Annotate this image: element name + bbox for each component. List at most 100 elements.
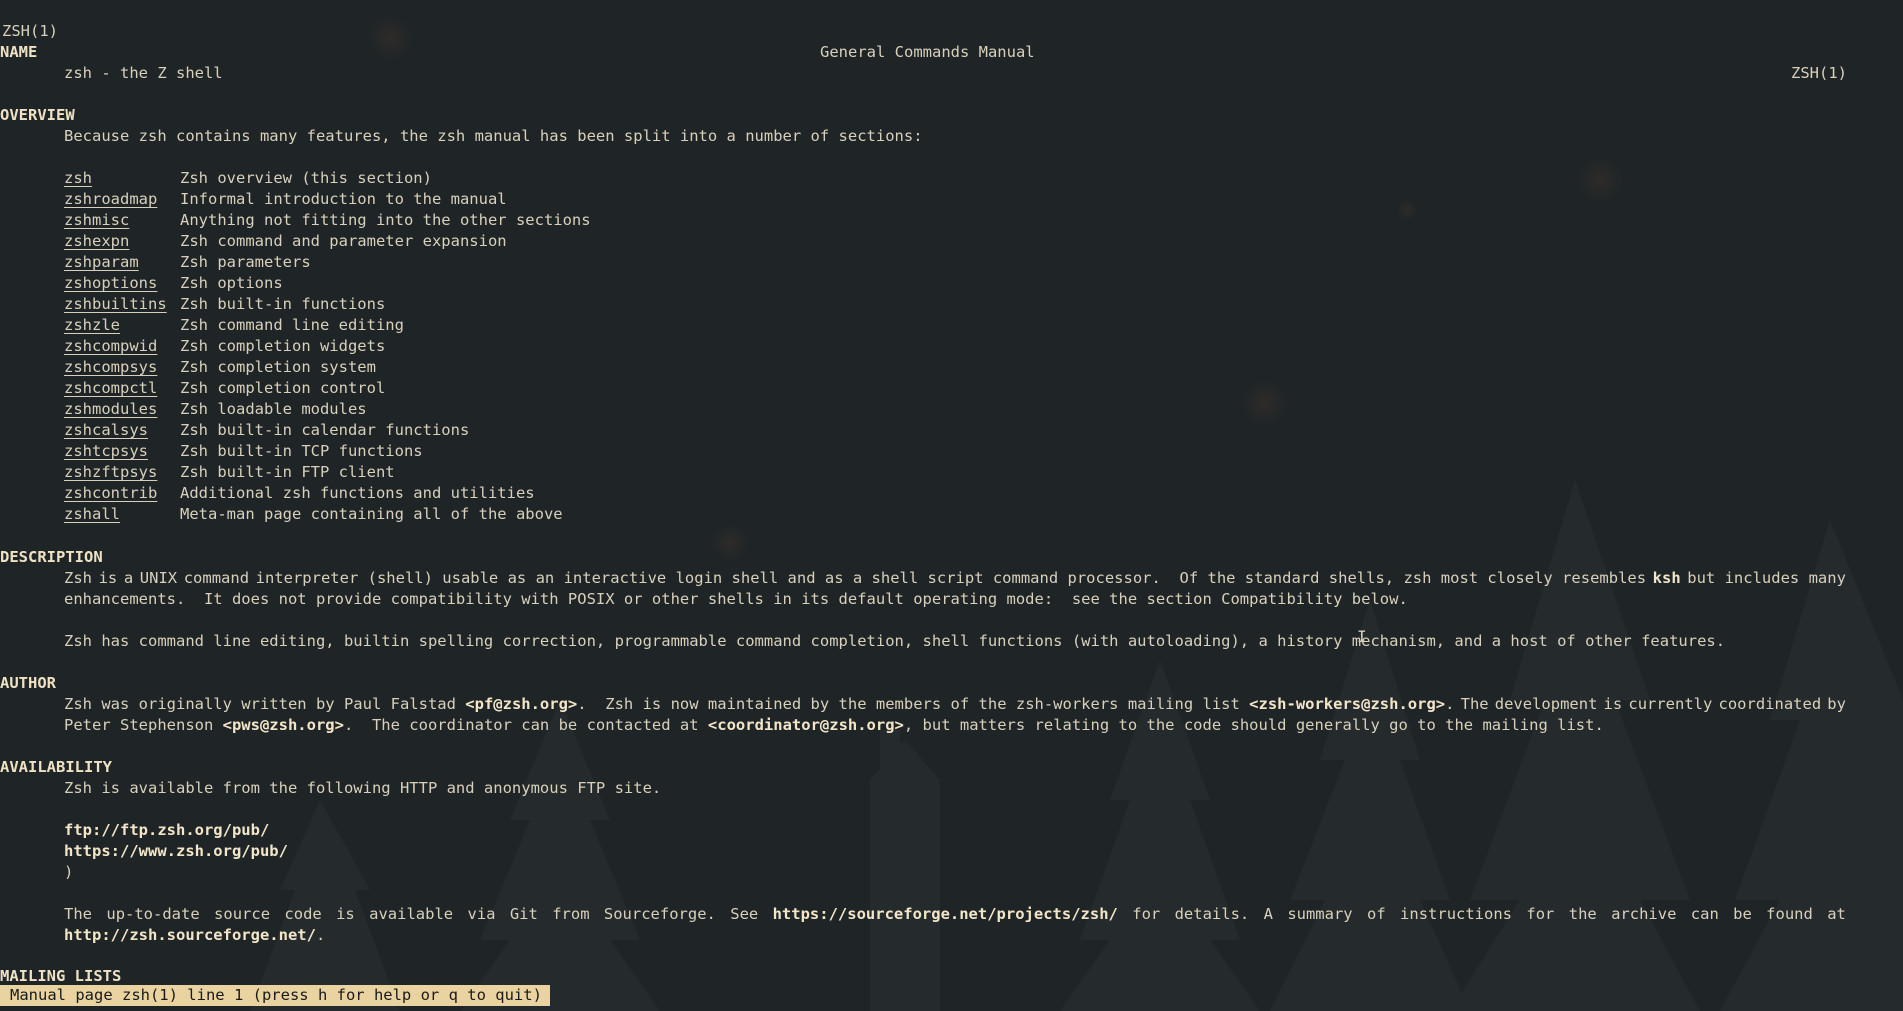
section-heading-availability: AVAILABILITY — [0, 758, 112, 776]
man-section-description: Zsh built-in functions — [180, 295, 386, 313]
ftp-url: ftp://ftp.zsh.org/pub/ — [64, 821, 270, 839]
man-section-description: Zsh options — [180, 274, 283, 292]
overview-intro: Because zsh contains many features, the … — [64, 127, 923, 145]
source-word: available — [369, 905, 454, 923]
man-section-row: zshmodules Zsh loadable modules — [64, 399, 367, 420]
man-section-row: zshcompwid Zsh completion widgets — [64, 336, 385, 357]
source-word: the — [1568, 905, 1597, 923]
man-section-description: Additional zsh functions and utilities — [180, 484, 535, 502]
name-text: zsh - the Z shell — [64, 64, 223, 82]
man-section-link-zshbuiltins[interactable]: zshbuiltins — [64, 295, 167, 313]
man-section-row: zshcontrib Additional zsh functions and u… — [64, 483, 535, 504]
section-heading-description: DESCRIPTION — [0, 548, 103, 566]
source-word: via — [467, 905, 496, 923]
ksh-reference: ksh — [1652, 569, 1681, 587]
man-section-row: zshcompctl Zsh completion control — [64, 378, 385, 399]
section-heading-overview: OVERVIEW — [0, 106, 75, 124]
source-word: found — [1766, 905, 1813, 923]
description-paragraph-1-line-2: enhancements. It does not provide compat… — [64, 590, 1408, 608]
man-section-link-zshoptions[interactable]: zshoptions — [64, 274, 157, 292]
author-line-2: Peter Stephenson <pws@zsh.org>. The coor… — [64, 716, 1604, 734]
man-section-row: zshcalsys Zsh built-in calendar functions — [64, 420, 469, 441]
source-code-line-2: http://zsh.sourceforge.net/. — [64, 926, 326, 944]
man-section-description: Zsh built-in calendar functions — [180, 421, 470, 439]
source-word: summary — [1287, 905, 1353, 923]
description-paragraph-1-line-1: Zsh is a UNIX command interpreter (shell… — [64, 569, 1846, 587]
man-section-link-zshexpn[interactable]: zshexpn — [64, 232, 129, 250]
source-word: instructions — [1400, 905, 1513, 923]
availability-intro: Zsh is available from the following HTTP… — [64, 779, 662, 797]
man-section-row: zshoptions Zsh options — [64, 273, 283, 294]
source-word: source — [214, 905, 271, 923]
man-section-row: zshzle Zsh command line editing — [64, 315, 404, 336]
man-section-description: Zsh overview (this section) — [180, 169, 432, 187]
man-section-link-zshroadmap[interactable]: zshroadmap — [64, 190, 157, 208]
man-section-link-zshall[interactable]: zshall — [64, 505, 120, 523]
section-heading-author: AUTHOR — [0, 674, 56, 692]
source-word: details. — [1174, 905, 1250, 923]
email-zsh-workers: <zsh-workers@zsh.org> — [1249, 695, 1446, 713]
section-heading-mailing-lists: MAILING LISTS — [0, 967, 122, 985]
man-header: ZSH(1) General Commands Manual ZSH(1) — [0, 0, 1903, 82]
man-section-description: Zsh parameters — [180, 253, 311, 271]
source-word: See — [730, 905, 759, 923]
man-section-description: Zsh loadable modules — [180, 400, 367, 418]
man-section-link-zsh[interactable]: zsh — [64, 169, 92, 187]
source-word: A — [1263, 905, 1273, 923]
man-section-description: Zsh built-in FTP client — [180, 463, 395, 481]
man-section-link-zshcalsys[interactable]: zshcalsys — [64, 421, 148, 439]
man-section-description: Zsh completion widgets — [180, 337, 386, 355]
source-word: is — [336, 905, 355, 923]
man-section-description: Zsh completion system — [180, 358, 376, 376]
source-word: up-to-date — [106, 905, 200, 923]
mouse-ibeam-cursor: I — [1357, 627, 1367, 646]
source-word: can — [1690, 905, 1719, 923]
man-section-link-zshcontrib[interactable]: zshcontrib — [64, 484, 157, 502]
email-coordinator: <coordinator@zsh.org> — [707, 716, 904, 734]
source-word: from — [552, 905, 590, 923]
source-word: code — [284, 905, 322, 923]
man-section-link-zshparam[interactable]: zshparam — [64, 253, 139, 271]
source-word: of — [1367, 905, 1386, 923]
header-left-title: ZSH(1) — [2, 22, 58, 40]
man-section-description: Meta-man page containing all of the abov… — [180, 505, 563, 523]
man-section-link-zshmodules[interactable]: zshmodules — [64, 400, 157, 418]
https-url: https://www.zsh.org/pub/ — [64, 842, 288, 860]
pager-status-bar: Manual page zsh(1) line 1 (press h for h… — [0, 985, 550, 1006]
man-section-link-zshzle[interactable]: zshzle — [64, 316, 120, 334]
man-section-link-zshcompctl[interactable]: zshcompctl — [64, 379, 157, 397]
man-section-row: zshparam Zsh parameters — [64, 252, 311, 273]
man-section-link-zshcompsys[interactable]: zshcompsys — [64, 358, 157, 376]
description-paragraph-2: Zsh has command line editing, builtin sp… — [64, 632, 1726, 650]
source-word: for — [1526, 905, 1555, 923]
man-section-link-zshzftpsys[interactable]: zshzftpsys — [64, 463, 157, 481]
man-section-row: zshall Meta-man page containing all of th… — [64, 504, 563, 525]
man-section-row: zshcompsys Zsh completion system — [64, 357, 376, 378]
header-center-title: General Commands Manual — [820, 43, 1035, 61]
source-word: at — [1827, 905, 1846, 923]
man-section-description: Informal introduction to the manual — [180, 190, 507, 208]
author-line-1: Zsh was originally written by Paul Falst… — [64, 695, 1846, 713]
man-section-description: Zsh command and parameter expansion — [180, 232, 507, 250]
sourceforge-projects-url: https://sourceforge.net/projects/zsh/ — [772, 905, 1118, 923]
man-section-link-zshcompwid[interactable]: zshcompwid — [64, 337, 157, 355]
email-pf: <pf@zsh.org> — [465, 695, 578, 713]
man-section-row: zshexpn Zsh command and parameter expansi… — [64, 231, 507, 252]
man-page-terminal[interactable]: ZSH(1) General Commands Manual ZSH(1) NA… — [0, 0, 1903, 1011]
man-section-link-zshtcpsys[interactable]: zshtcpsys — [64, 442, 148, 460]
man-section-row: zshzftpsys Zsh built-in FTP client — [64, 462, 395, 483]
source-word: Sourceforge. — [603, 905, 716, 923]
source-word: be — [1733, 905, 1752, 923]
man-section-row: zshroadmap Informal introduction to the m… — [64, 189, 507, 210]
man-section-description: Zsh built-in TCP functions — [180, 442, 423, 460]
man-section-row: zshbuiltins Zsh built-in functions — [64, 294, 385, 315]
man-section-link-zshmisc[interactable]: zshmisc — [64, 211, 129, 229]
close-paren: ) — [64, 863, 74, 881]
section-heading-name: NAME — [0, 43, 38, 61]
source-word: for — [1132, 905, 1161, 923]
man-section-row: zshmisc Anything not fitting into the oth… — [64, 210, 591, 231]
sourceforge-url: http://zsh.sourceforge.net/ — [64, 926, 316, 944]
source-word: Git — [509, 905, 538, 923]
email-pws: <pws@zsh.org> — [222, 716, 344, 734]
man-section-row: zsh Zsh overview (this section) — [64, 168, 432, 189]
